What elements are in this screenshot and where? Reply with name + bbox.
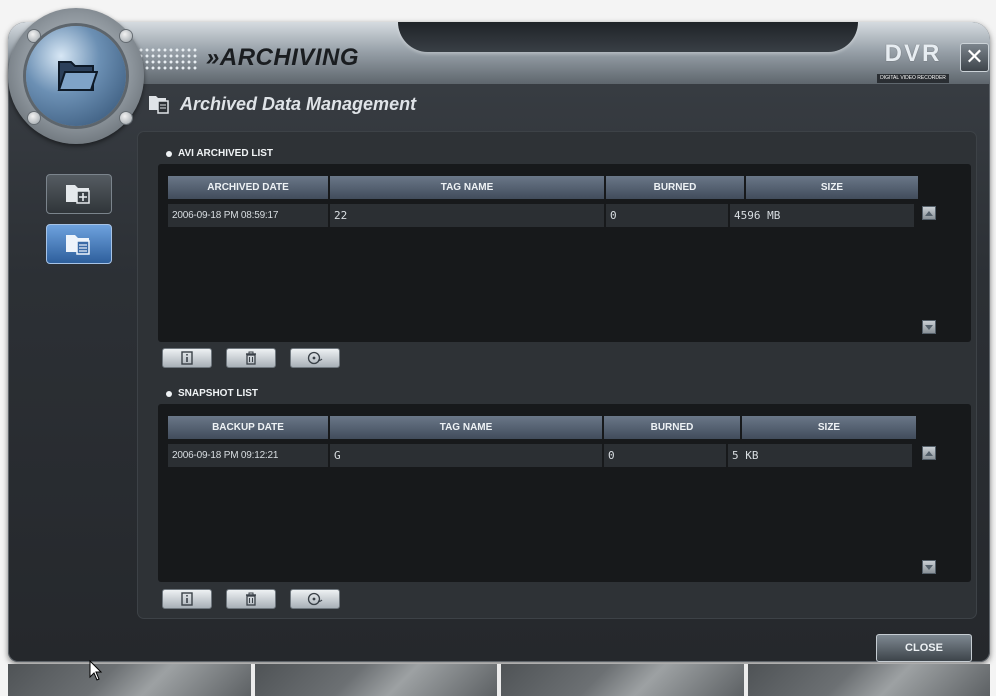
snapshot-list: BACKUP DATE TAG NAME BURNED SIZE 2006-09…	[158, 404, 971, 582]
camera-thumbnail[interactable]	[254, 664, 497, 696]
burn-disc-button[interactable]	[290, 589, 340, 609]
sidebar-item-archive[interactable]	[46, 174, 112, 214]
avi-list-toolbar	[162, 348, 340, 368]
title-bar-notch	[398, 22, 858, 52]
camera-thumbnail[interactable]	[747, 664, 990, 696]
folder-document-icon	[149, 96, 169, 114]
column-header-burned[interactable]: BURNED	[604, 416, 742, 439]
orb-glass	[26, 26, 126, 126]
dvr-logo: DVR DIGITAL VIDEO RECORDER	[870, 40, 956, 83]
column-header-size[interactable]: SIZE	[746, 176, 920, 199]
size-cell: 4596 MB	[730, 204, 916, 227]
sidebar-item-archived-data[interactable]	[46, 224, 112, 264]
scroll-down-button[interactable]	[922, 320, 936, 334]
column-header-archived-date[interactable]: ARCHIVED DATE	[168, 176, 330, 199]
bullet-icon	[166, 150, 172, 157]
content-panel: AVI ARCHIVED LIST ARCHIVED DATE TAG NAME…	[138, 132, 976, 618]
triangle-down-icon	[925, 564, 933, 570]
chevron-right-icon: »	[206, 44, 220, 71]
snapshot-list-label: SNAPSHOT LIST	[166, 388, 258, 399]
screw-icon	[28, 30, 40, 42]
size-cell: 5 KB	[728, 444, 914, 467]
folder-document-icon	[66, 235, 90, 255]
camera-preview-strip	[8, 664, 990, 696]
close-button[interactable]: CLOSE	[876, 634, 972, 662]
mouse-cursor-icon	[89, 660, 103, 681]
snapshot-list-label-text: SNAPSHOT LIST	[178, 388, 259, 399]
decorative-dot-grid	[138, 47, 198, 71]
app-title-text: ARCHIVING	[219, 44, 360, 71]
tag-name-cell: G	[330, 444, 604, 467]
dvr-logo-subtitle: DIGITAL VIDEO RECORDER	[877, 74, 949, 83]
scroll-up-button[interactable]	[922, 446, 936, 460]
window-close-button[interactable]: ✕	[960, 43, 989, 72]
tag-name-cell: 22	[330, 204, 606, 227]
column-header-size[interactable]: SIZE	[742, 416, 918, 439]
delete-button[interactable]	[226, 348, 276, 368]
snapshot-list-header: BACKUP DATE TAG NAME BURNED SIZE	[168, 416, 918, 439]
triangle-up-icon	[925, 210, 933, 216]
burn-disc-button[interactable]	[290, 348, 340, 368]
camera-thumbnail[interactable]	[501, 664, 744, 696]
trash-icon	[246, 351, 256, 365]
triangle-up-icon	[925, 450, 933, 456]
screw-icon	[120, 30, 132, 42]
app-title: »ARCHIVING	[206, 44, 359, 72]
page-heading: Archived Data Management	[148, 92, 416, 116]
folder-open-icon	[57, 61, 98, 91]
table-row[interactable]: 2006-09-18 PM 08:59:17 22 0 4596 MB	[168, 204, 916, 227]
dvr-logo-text: DVR	[884, 40, 942, 67]
column-header-tag-name[interactable]: TAG NAME	[330, 176, 606, 199]
folder-add-icon	[66, 185, 90, 204]
camera-thumbnail[interactable]	[8, 664, 251, 696]
info-button[interactable]	[162, 589, 212, 609]
archive-orb-badge	[8, 8, 144, 144]
archived-date-cell: 2006-09-18 PM 08:59:17	[168, 204, 330, 227]
delete-button[interactable]	[226, 589, 276, 609]
backup-date-cell: 2006-09-18 PM 09:12:21	[168, 444, 330, 467]
info-icon	[181, 351, 193, 365]
page-title: Archived Data Management	[180, 93, 417, 114]
archiving-window: »ARCHIVING DVR DIGITAL VIDEO RECORDER ✕	[8, 8, 990, 662]
screw-icon	[120, 112, 132, 124]
sidebar	[8, 134, 138, 640]
scroll-down-button[interactable]	[922, 560, 936, 574]
avi-archived-list: ARCHIVED DATE TAG NAME BURNED SIZE 2006-…	[158, 164, 971, 342]
table-row[interactable]: 2006-09-18 PM 09:12:21 G 0 5 KB	[168, 444, 914, 467]
info-button[interactable]	[162, 348, 212, 368]
scroll-up-button[interactable]	[922, 206, 936, 220]
triangle-down-icon	[925, 324, 933, 330]
column-header-backup-date[interactable]: BACKUP DATE	[168, 416, 330, 439]
disc-burn-icon	[307, 592, 323, 606]
trash-icon	[246, 592, 256, 606]
avi-list-label-text: AVI ARCHIVED LIST	[178, 148, 274, 159]
bullet-icon	[166, 390, 172, 397]
burned-cell: 0	[604, 444, 728, 467]
avi-list-label: AVI ARCHIVED LIST	[166, 148, 273, 159]
snapshot-list-toolbar	[162, 589, 340, 609]
burned-cell: 0	[606, 204, 730, 227]
column-header-burned[interactable]: BURNED	[606, 176, 746, 199]
avi-list-header: ARCHIVED DATE TAG NAME BURNED SIZE	[168, 176, 920, 199]
info-icon	[181, 592, 193, 606]
disc-burn-icon	[307, 351, 323, 365]
title-bar: »ARCHIVING DVR DIGITAL VIDEO RECORDER ✕	[8, 22, 990, 84]
screw-icon	[28, 112, 40, 124]
column-header-tag-name[interactable]: TAG NAME	[330, 416, 604, 439]
close-icon: ✕	[965, 44, 984, 69]
